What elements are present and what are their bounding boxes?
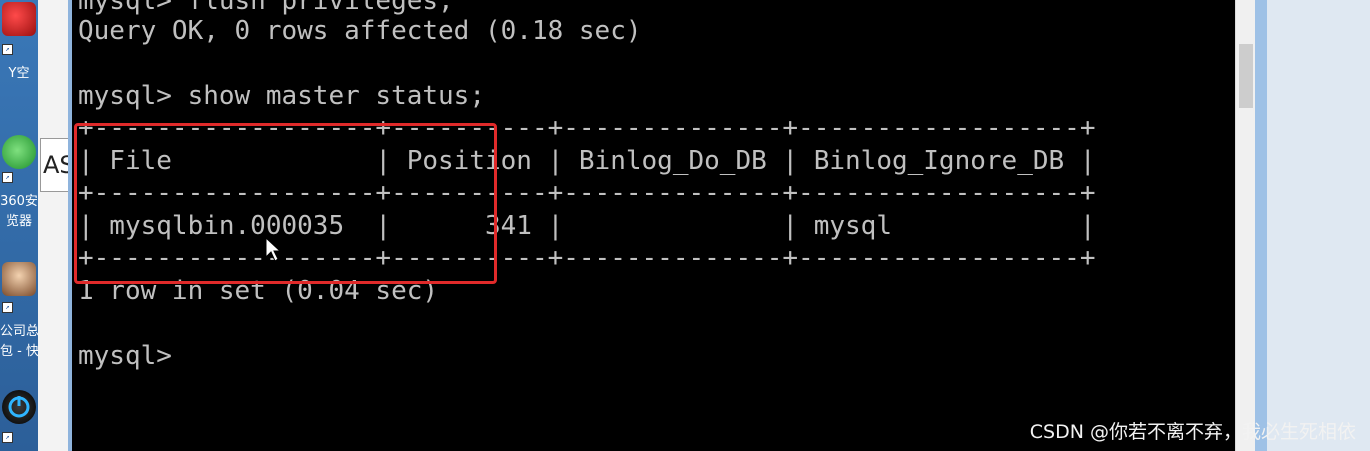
watermark-text: CSDN @你若不离不弃，我必生死相依 — [1029, 421, 1356, 443]
window-frame — [38, 0, 71, 451]
terminal-line: mysql> flush privileges; — [78, 0, 454, 16]
shortcut-arrow-icon: ↗ — [2, 172, 13, 183]
shortcut-arrow-icon: ↗ — [2, 302, 13, 313]
terminal-command: mysql> show master status; — [78, 81, 485, 111]
terminal-window[interactable]: mysql> flush privileges; Query OK, 0 row… — [72, 0, 1235, 451]
desktop-label: Y空 — [8, 66, 30, 81]
right-window-frame — [1255, 0, 1370, 451]
desktop-label: 公司总 — [0, 324, 38, 339]
folder-avatar-icon[interactable] — [2, 262, 36, 296]
shortcut-arrow-icon: ↗ — [2, 432, 13, 443]
terminal-prompt[interactable]: mysql> — [78, 341, 172, 371]
power-icon[interactable] — [2, 390, 36, 424]
terminal-line: Query OK, 0 rows affected (0.18 sec) — [78, 16, 642, 46]
desktop-label: 览器 — [5, 214, 32, 229]
shortcut-arrow-icon: ↗ — [2, 44, 13, 55]
mouse-cursor-icon — [265, 237, 281, 262]
scrollbar-thumb[interactable] — [1239, 44, 1253, 108]
window-border — [1255, 0, 1267, 451]
desktop-strip: ↗ Y空 ↗ 360安 览器 ↗ 公司总 包 - 快 ↗ — [0, 0, 38, 451]
vertical-scrollbar[interactable] — [1235, 0, 1256, 451]
desktop-label: 包 - 快 — [0, 344, 38, 359]
background-window[interactable]: AS — [40, 138, 75, 192]
highlight-box — [74, 123, 497, 284]
app-icon[interactable] — [2, 2, 36, 36]
desktop-label: 360安 — [0, 194, 38, 209]
browser-360-icon[interactable] — [2, 135, 36, 169]
